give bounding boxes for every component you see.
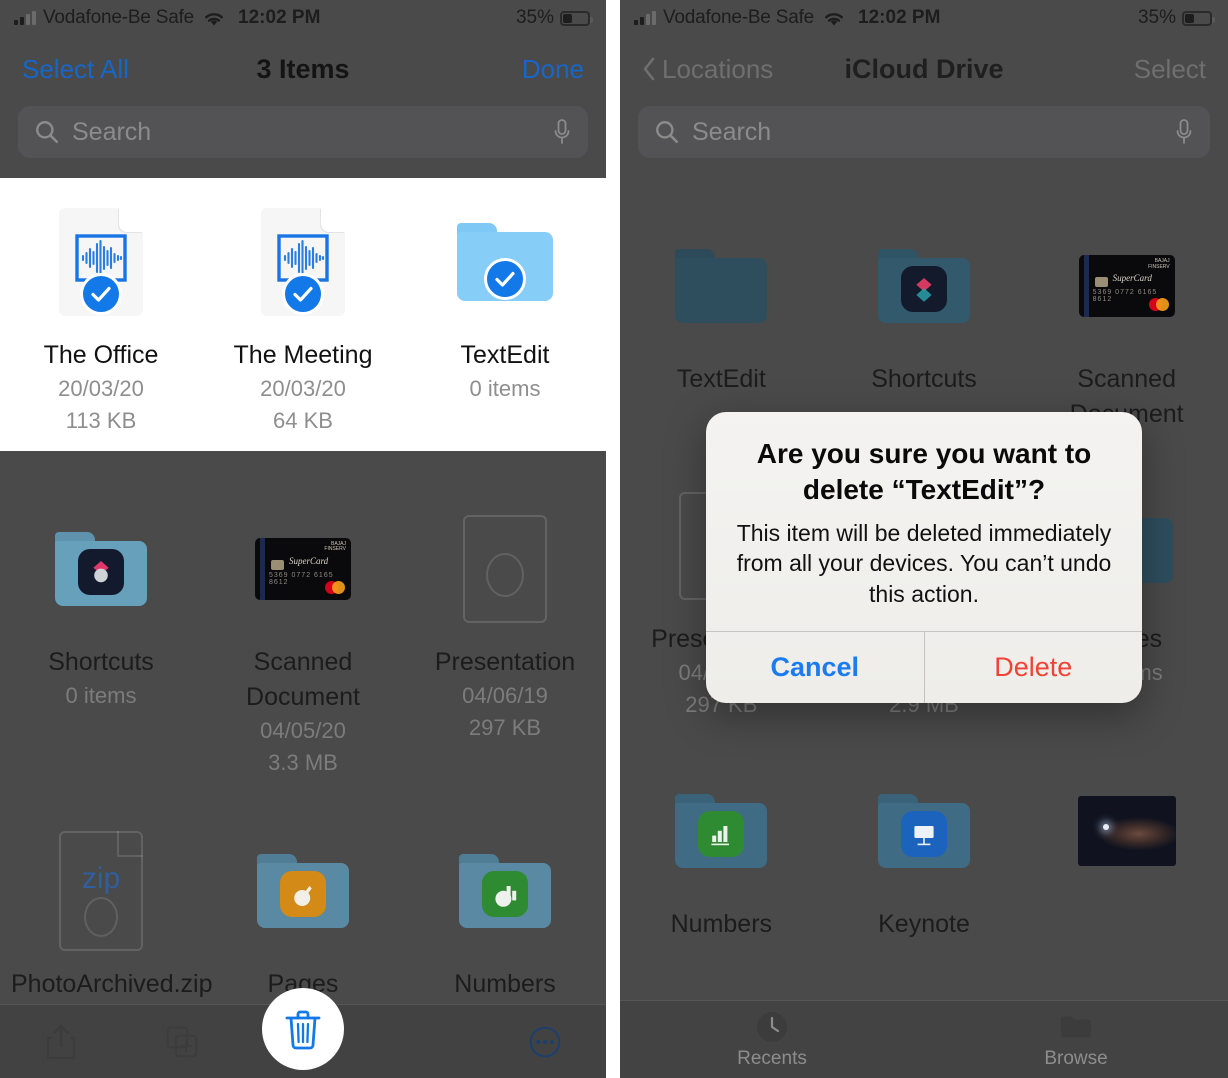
file-name: The Meeting: [233, 341, 373, 369]
selected-items-band: The Office 20/03/20 113 KB The Meeting 2…: [0, 178, 606, 451]
left-phone-screen: Vodafone-Be Safe 12:02 PM 35% Select All…: [0, 0, 606, 1078]
battery-icon: [560, 10, 593, 26]
more-button[interactable]: [485, 1023, 606, 1061]
file-item-textedit[interactable]: TextEdit 0 items: [404, 178, 606, 437]
file-item-pages[interactable]: Pages: [202, 807, 404, 1002]
document-outline-icon: [451, 503, 559, 635]
delete-confirmation-dialog: Are you sure you want to delete “TextEdi…: [706, 412, 1143, 704]
file-size: 3.3 MB: [268, 749, 338, 775]
file-item-photoarchived-zip[interactable]: zip PhotoArchived.zip: [0, 807, 213, 1002]
alert-actions: Cancel Delete: [706, 631, 1143, 704]
file-name: PhotoArchived.zip: [11, 969, 213, 998]
cancel-button[interactable]: Cancel: [706, 632, 925, 704]
carrier-label: Vodafone-Be Safe: [43, 7, 195, 28]
file-name: Presentation: [434, 647, 576, 676]
cellular-signal-icon: [14, 11, 36, 25]
left-file-grid-row2: Shortcuts 0 items SuperCard 5369 0772 61…: [0, 451, 606, 779]
file-size: 64 KB: [273, 407, 333, 433]
file-item-shortcuts[interactable]: Shortcuts 0 items: [0, 485, 202, 779]
file-item-the-office[interactable]: The Office 20/03/20 113 KB: [0, 178, 202, 437]
file-size: 0 items: [469, 376, 541, 401]
file-item-scanned-document[interactable]: SuperCard 5369 0772 6165 8612 BAJAJ FINSE…: [202, 485, 404, 779]
file-date: 04/06/19: [462, 682, 548, 708]
alert-body: Are you sure you want to delete “TextEdi…: [706, 412, 1142, 631]
file-date: 20/03/20: [58, 376, 144, 401]
panel-divider: [606, 0, 620, 1078]
done-button[interactable]: Done: [522, 54, 584, 85]
file-item-numbers[interactable]: Numbers: [404, 807, 606, 1002]
file-date: 04/05/20: [260, 717, 346, 743]
clock-label: 12:02 PM: [238, 7, 321, 28]
file-name: Numbers: [454, 969, 556, 998]
alert-title: Are you sure you want to delete “TextEdi…: [756, 438, 1092, 505]
left-file-grid-row1: The Office 20/03/20 113 KB The Meeting 2…: [0, 178, 606, 437]
select-all-button[interactable]: Select All: [22, 54, 129, 85]
more-circle-icon: [530, 1026, 561, 1057]
file-item-the-meeting[interactable]: The Meeting 20/03/20 64 KB: [202, 178, 404, 437]
screenshot-root: Vodafone-Be Safe 12:02 PM 35% Select All…: [0, 0, 1228, 1078]
left-nav-bar: Select All 3 Items Done: [0, 36, 606, 102]
wifi-icon: [205, 13, 224, 26]
file-name: Shortcuts: [48, 647, 154, 676]
left-file-grid-row3: zip PhotoArchived.zip Pages Numbers: [0, 779, 606, 1002]
file-size: 0 items: [65, 682, 137, 708]
selected-checkmark-badge: [282, 272, 324, 315]
microphone-icon[interactable]: [552, 118, 572, 146]
audio-file-icon: [47, 196, 155, 328]
alert-message: This item will be deleted immediately fr…: [736, 519, 1112, 607]
folder-numbers-icon: [451, 825, 559, 957]
folder-pages-icon: [249, 825, 357, 957]
audio-file-icon: [249, 196, 357, 328]
scanned-card-thumbnail: SuperCard 5369 0772 6165 8612 BAJAJ FINSE…: [249, 503, 357, 635]
file-size: 297 KB: [468, 714, 542, 740]
search-icon: [36, 121, 59, 144]
share-icon: [46, 1024, 75, 1059]
search-input[interactable]: Search: [72, 118, 540, 147]
duplicate-add-icon: [166, 1026, 198, 1057]
file-name: The Office: [43, 341, 159, 369]
folder-icon: [451, 196, 559, 328]
trash-icon: [285, 1010, 321, 1050]
file-date: 20/03/20: [260, 376, 346, 401]
folder-shortcuts-icon: [47, 503, 155, 635]
file-name: TextEdit: [460, 341, 550, 369]
search-bar[interactable]: Search: [18, 106, 588, 158]
duplicate-button[interactable]: [121, 1023, 242, 1061]
right-phone-screen: Vodafone-Be Safe 12:02 PM 35% Locations: [620, 0, 1228, 1078]
file-name: Scanned Document: [246, 647, 360, 711]
selected-checkmark-badge: [484, 258, 526, 301]
delete-confirm-button[interactable]: Delete: [925, 632, 1143, 703]
battery-percent-label: 35%: [515, 7, 554, 28]
file-size: 113 KB: [65, 407, 137, 433]
selected-checkmark-badge: [80, 272, 122, 315]
left-search-wrap: Search: [0, 102, 606, 178]
share-button[interactable]: [0, 1023, 121, 1061]
alert-overlay: Are you sure you want to delete “TextEdi…: [620, 0, 1228, 1078]
delete-button[interactable]: [262, 988, 344, 1070]
zip-file-icon: zip: [47, 825, 155, 957]
status-bar-left: Vodafone-Be Safe 12:02 PM 35%: [0, 0, 606, 36]
file-item-presentation[interactable]: Presentation 04/06/19 297 KB: [404, 485, 606, 779]
